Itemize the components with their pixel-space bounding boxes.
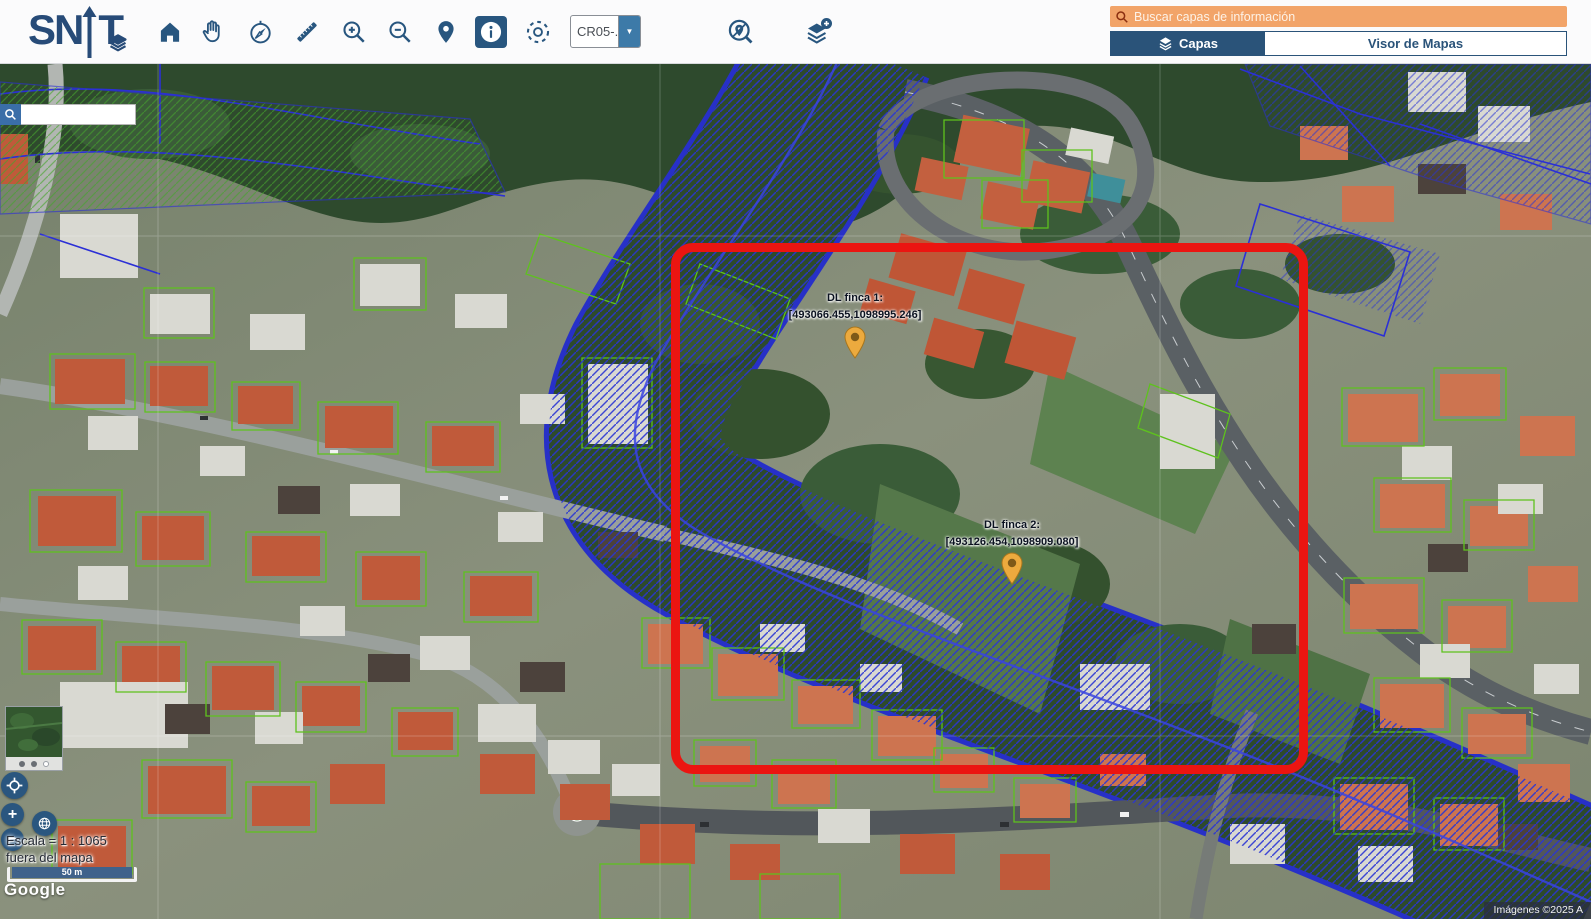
snit-map-viewer: SN T (0, 0, 1591, 919)
map-viewport[interactable]: DL finca 1: [493066.455,1098995.246] DL … (0, 64, 1591, 919)
snit-logo[interactable]: SN T (28, 6, 128, 64)
orange-pin-icon (999, 552, 1025, 586)
select-area-button[interactable] (522, 16, 554, 48)
map-search (0, 104, 136, 125)
marker-2-label: DL finca 2: [493126.454,1098909.080] (946, 519, 1079, 548)
map-marker-1[interactable] (842, 326, 868, 365)
minimap-thumbnail (6, 707, 62, 757)
pager-dot-active[interactable] (43, 761, 49, 767)
pan-hand-icon (200, 19, 226, 45)
add-layers-icon (803, 17, 833, 47)
imagery-attribution: Imágenes ©2025 A (1484, 902, 1591, 919)
pan-button[interactable] (197, 16, 229, 48)
compass-icon (247, 19, 274, 46)
tab-visor-label: Visor de Mapas (1368, 36, 1463, 51)
measure-button[interactable] (291, 16, 323, 48)
marker-tool-button[interactable] (430, 16, 462, 48)
scale-text: Escala = 1 : 1065 (6, 833, 107, 848)
ruler-icon (294, 19, 320, 45)
marker-2-title: DL finca 2: (946, 519, 1079, 531)
home-button[interactable] (154, 16, 186, 48)
google-logo: Google (4, 880, 66, 900)
tab-capas[interactable]: Capas (1111, 32, 1265, 55)
marker-1-coordinates: [493066.455,1098995.246] (789, 309, 922, 321)
search-icon (4, 108, 17, 121)
red-annotation-rectangle (671, 243, 1308, 774)
logo-arrow-icon (82, 6, 97, 64)
map-search-button[interactable] (0, 104, 21, 125)
zoom-in-tool-button[interactable] (338, 16, 370, 48)
search-icon (1115, 10, 1129, 24)
projection-select[interactable]: CR05-... ▼ (570, 15, 641, 48)
zoom-in-icon (341, 19, 367, 45)
globe-icon (35, 814, 54, 833)
info-icon (478, 19, 504, 45)
orange-pin-icon (842, 326, 868, 360)
tab-capas-label: Capas (1179, 36, 1218, 51)
marker-2-coordinates: [493126.454,1098909.080] (946, 536, 1079, 548)
search-parcel-button[interactable] (725, 16, 757, 48)
zoom-out-tool-button[interactable] (384, 16, 416, 48)
projection-select-value: CR05-... (571, 16, 618, 47)
minimap-pager[interactable] (6, 757, 62, 770)
scale-bar-label: 50 m (12, 867, 132, 878)
crosshair-icon (4, 775, 25, 796)
layers-icon (1158, 36, 1173, 51)
chevron-down-icon[interactable]: ▼ (618, 16, 640, 47)
zoom-out-icon (387, 19, 413, 45)
add-layers-button[interactable] (802, 16, 834, 48)
map-search-input[interactable] (21, 104, 136, 125)
zoom-in-button[interactable]: + (1, 803, 24, 826)
layer-search-input[interactable] (1134, 6, 1562, 27)
location-marker-icon (433, 19, 459, 45)
map-marker-2[interactable] (999, 552, 1025, 591)
marker-1-label: DL finca 1: [493066.455,1098995.246] (789, 292, 922, 321)
logo-text-sn: SN (28, 6, 82, 54)
cursor-status-text: fuera del mapa (6, 850, 93, 865)
zoom-in-label: + (8, 806, 17, 824)
layer-search-bar[interactable] (1110, 6, 1567, 27)
marker-1-title: DL finca 1: (789, 292, 922, 304)
tab-visor-de-mapas[interactable]: Visor de Mapas (1265, 32, 1566, 55)
recenter-button[interactable] (1, 772, 28, 799)
logo-layers-icon (108, 32, 128, 52)
compass-button[interactable] (244, 16, 276, 48)
home-icon (157, 19, 183, 45)
panel-tabs: Capas Visor de Mapas (1110, 31, 1567, 56)
layers-panel: Capas Visor de Mapas (1110, 6, 1567, 56)
identify-info-button[interactable] (475, 16, 507, 48)
select-area-icon (524, 18, 552, 46)
pager-dot[interactable] (19, 761, 25, 767)
pager-dot[interactable] (31, 761, 37, 767)
overview-minimap[interactable] (5, 706, 63, 771)
search-parcel-icon (727, 18, 755, 46)
